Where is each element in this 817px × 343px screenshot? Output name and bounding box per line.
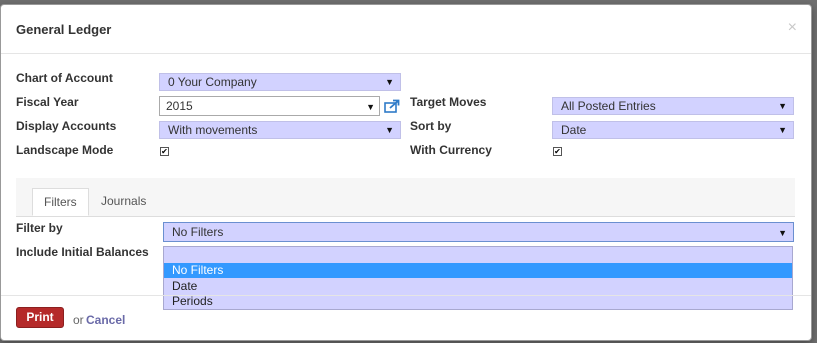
chevron-down-icon: ▼ (778, 125, 787, 135)
include-initial-balances-label: Include Initial Balances (16, 245, 149, 259)
display-accounts-value: With movements (168, 123, 258, 137)
fiscal-year-select[interactable]: 2015 ▼ (159, 96, 380, 116)
cancel-link[interactable]: Cancel (86, 313, 125, 327)
with-currency-checkbox[interactable]: ✔ (553, 147, 562, 156)
chevron-down-icon: ▼ (385, 125, 394, 135)
target-moves-select[interactable]: All Posted Entries ▼ (552, 97, 794, 115)
chevron-down-icon: ▼ (366, 102, 375, 112)
fiscal-year-value: 2015 (166, 99, 193, 113)
close-icon[interactable]: × (788, 20, 797, 36)
footer-divider (1, 295, 811, 296)
external-link-icon[interactable] (384, 99, 400, 113)
display-accounts-label: Display Accounts (16, 119, 117, 133)
sort-by-value: Date (561, 123, 587, 137)
filter-by-label: Filter by (16, 221, 63, 235)
target-moves-value: All Posted Entries (561, 99, 656, 113)
general-ledger-dialog: General Ledger × Chart of Account 0 Your… (0, 4, 812, 341)
chart-of-account-value: 0 Your Company (168, 75, 257, 89)
filter-by-value: No Filters (172, 225, 224, 239)
target-moves-label: Target Moves (410, 95, 487, 109)
filter-by-select[interactable]: No Filters ▼ (163, 222, 794, 242)
fiscal-year-label: Fiscal Year (16, 95, 79, 109)
landscape-mode-checkbox[interactable]: ✔ (160, 147, 169, 156)
dialog-header: General Ledger × (1, 5, 811, 54)
chevron-down-icon: ▼ (385, 77, 394, 87)
print-button[interactable]: Print (16, 307, 64, 328)
display-accounts-select[interactable]: With movements ▼ (159, 121, 401, 139)
sort-by-label: Sort by (410, 119, 452, 133)
filter-by-dropdown-list: No Filters Date Periods (163, 246, 793, 310)
notebook-tabs: Filters Journals (16, 178, 795, 217)
or-text: or (73, 313, 84, 327)
option-periods[interactable]: Periods (164, 294, 792, 309)
chart-of-account-label: Chart of Account (16, 71, 113, 85)
landscape-mode-label: Landscape Mode (16, 143, 114, 157)
tab-filters[interactable]: Filters (32, 188, 89, 216)
option-date[interactable]: Date (164, 279, 792, 294)
sort-by-select[interactable]: Date ▼ (552, 121, 794, 139)
tab-journals[interactable]: Journals (90, 188, 157, 215)
with-currency-label: With Currency (410, 143, 492, 157)
chevron-down-icon: ▼ (778, 228, 787, 238)
dialog-title: General Ledger (16, 22, 112, 37)
option-no-filters[interactable]: No Filters (164, 263, 792, 278)
chevron-down-icon: ▼ (778, 101, 787, 111)
chart-of-account-select[interactable]: 0 Your Company ▼ (159, 73, 401, 91)
